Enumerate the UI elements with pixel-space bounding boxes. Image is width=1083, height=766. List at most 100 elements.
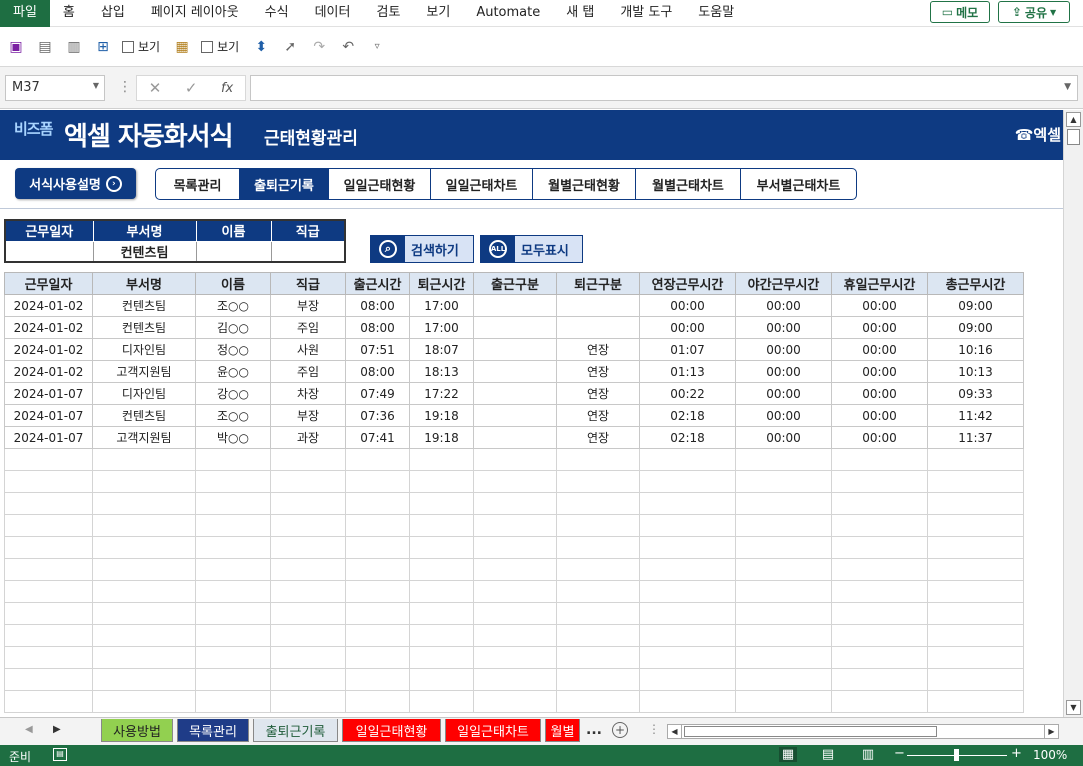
zoom-level[interactable]: 100% xyxy=(1033,748,1067,762)
table-cell[interactable] xyxy=(735,558,832,581)
table-cell[interactable] xyxy=(345,624,410,647)
table-cell[interactable] xyxy=(556,470,640,493)
table-cell[interactable] xyxy=(195,536,271,559)
table-cell[interactable] xyxy=(409,668,474,691)
table-cell[interactable]: 2024-01-02 xyxy=(4,360,93,383)
table-cell[interactable] xyxy=(4,536,93,559)
ribbon-tab-help[interactable]: 도움말 xyxy=(685,0,747,27)
show-all-button[interactable]: ALL 모두표시 xyxy=(480,235,583,263)
sheet-tab-usage[interactable]: 사용방법 xyxy=(101,719,173,742)
table-cell[interactable] xyxy=(473,514,557,537)
table-cell[interactable]: 08:00 xyxy=(345,294,410,317)
table-cell[interactable] xyxy=(270,646,346,669)
table-cell[interactable] xyxy=(556,580,640,603)
table-cell[interactable] xyxy=(270,514,346,537)
select-pointer-icon[interactable]: ➚ xyxy=(280,37,300,57)
table-cell[interactable]: 07:51 xyxy=(345,338,410,361)
table-cell[interactable] xyxy=(270,448,346,471)
table-cell[interactable] xyxy=(270,536,346,559)
table-cell[interactable] xyxy=(639,536,736,559)
table-cell[interactable]: 정○○ xyxy=(195,338,271,361)
table-cell[interactable] xyxy=(270,690,346,713)
table-cell[interactable]: 고객지원팀 xyxy=(92,426,196,449)
table-cell[interactable]: 10:16 xyxy=(927,338,1024,361)
table-cell[interactable] xyxy=(345,492,410,515)
nav-tab-monthly-status[interactable]: 월별근태현황 xyxy=(533,169,636,199)
sheet-tab-daily-status[interactable]: 일일근태현황 xyxy=(342,719,441,742)
table-cell[interactable] xyxy=(639,690,736,713)
table-cell[interactable] xyxy=(473,338,557,361)
table-cell[interactable] xyxy=(639,624,736,647)
table-cell[interactable] xyxy=(409,690,474,713)
table-cell[interactable] xyxy=(556,668,640,691)
table-cell[interactable] xyxy=(4,470,93,493)
table-cell[interactable]: 00:00 xyxy=(735,404,832,427)
table-cell[interactable] xyxy=(735,536,832,559)
table-cell[interactable] xyxy=(4,602,93,625)
more-tabs-button[interactable]: ... xyxy=(586,722,602,738)
table-cell[interactable] xyxy=(735,624,832,647)
table-cell[interactable] xyxy=(639,646,736,669)
table-cell[interactable] xyxy=(556,536,640,559)
filter-rank-input[interactable] xyxy=(270,240,346,263)
table-cell[interactable] xyxy=(831,514,928,537)
filter-name-input[interactable] xyxy=(195,240,272,263)
table-cell[interactable] xyxy=(831,536,928,559)
table-cell[interactable] xyxy=(195,690,271,713)
table-cell[interactable]: 고객지원팀 xyxy=(92,360,196,383)
table-cell[interactable]: 19:18 xyxy=(409,426,474,449)
table-cell[interactable] xyxy=(345,690,410,713)
table-cell[interactable] xyxy=(831,470,928,493)
cancel-icon[interactable]: ✕ xyxy=(149,79,162,97)
table-cell[interactable]: 부장 xyxy=(270,404,346,427)
table-cell[interactable] xyxy=(92,646,196,669)
nav-tab-monthly-chart[interactable]: 월별근태차트 xyxy=(636,169,741,199)
table-cell[interactable] xyxy=(639,514,736,537)
table-cell[interactable] xyxy=(345,580,410,603)
table-cell[interactable] xyxy=(927,470,1024,493)
table-cell[interactable] xyxy=(556,514,640,537)
table-cell[interactable] xyxy=(409,470,474,493)
table-cell[interactable] xyxy=(409,646,474,669)
table-cell[interactable] xyxy=(831,668,928,691)
table-cell[interactable]: 부장 xyxy=(270,294,346,317)
table-cell[interactable]: 컨텐츠팀 xyxy=(92,294,196,317)
table-cell[interactable] xyxy=(473,624,557,647)
clear-format-icon[interactable]: ▥ xyxy=(64,37,84,57)
table-cell[interactable] xyxy=(473,646,557,669)
table-cell[interactable]: 08:00 xyxy=(345,360,410,383)
ribbon-tab-home[interactable]: 홈 xyxy=(50,0,88,27)
table-cell[interactable] xyxy=(345,514,410,537)
table-cell[interactable] xyxy=(639,602,736,625)
table-cell[interactable] xyxy=(927,646,1024,669)
table-cell[interactable]: 김○○ xyxy=(195,316,271,339)
ribbon-tab-file[interactable]: 파일 xyxy=(0,0,50,27)
table-cell[interactable] xyxy=(556,624,640,647)
table-cell[interactable] xyxy=(927,624,1024,647)
table-cell[interactable] xyxy=(270,624,346,647)
table-cell[interactable] xyxy=(92,558,196,581)
table-cell[interactable] xyxy=(556,316,640,339)
table-cell[interactable] xyxy=(473,558,557,581)
page-break-view-icon[interactable]: ▥ xyxy=(859,747,877,762)
table-cell[interactable]: 07:49 xyxy=(345,382,410,405)
table-cell[interactable] xyxy=(195,514,271,537)
table-cell[interactable] xyxy=(473,316,557,339)
table-cell[interactable]: 02:18 xyxy=(639,404,736,427)
table-cell[interactable] xyxy=(345,536,410,559)
table-cell[interactable] xyxy=(345,646,410,669)
table-cell[interactable] xyxy=(92,448,196,471)
table-cell[interactable] xyxy=(639,448,736,471)
table-cell[interactable] xyxy=(473,426,557,449)
scroll-up-icon[interactable]: ▲ xyxy=(1066,112,1081,127)
tab-split-handle-icon[interactable]: ⋮ xyxy=(648,722,660,736)
table-cell[interactable] xyxy=(556,602,640,625)
save-icon[interactable]: ▣ xyxy=(6,37,26,57)
name-box[interactable]: M37 ▼ xyxy=(5,75,105,101)
table-cell[interactable] xyxy=(270,668,346,691)
table-cell[interactable] xyxy=(927,514,1024,537)
table-cell[interactable]: 00:00 xyxy=(735,294,832,317)
memo-button[interactable]: ▭ 메모 xyxy=(930,1,990,23)
table-cell[interactable] xyxy=(927,602,1024,625)
table-cell[interactable] xyxy=(195,668,271,691)
